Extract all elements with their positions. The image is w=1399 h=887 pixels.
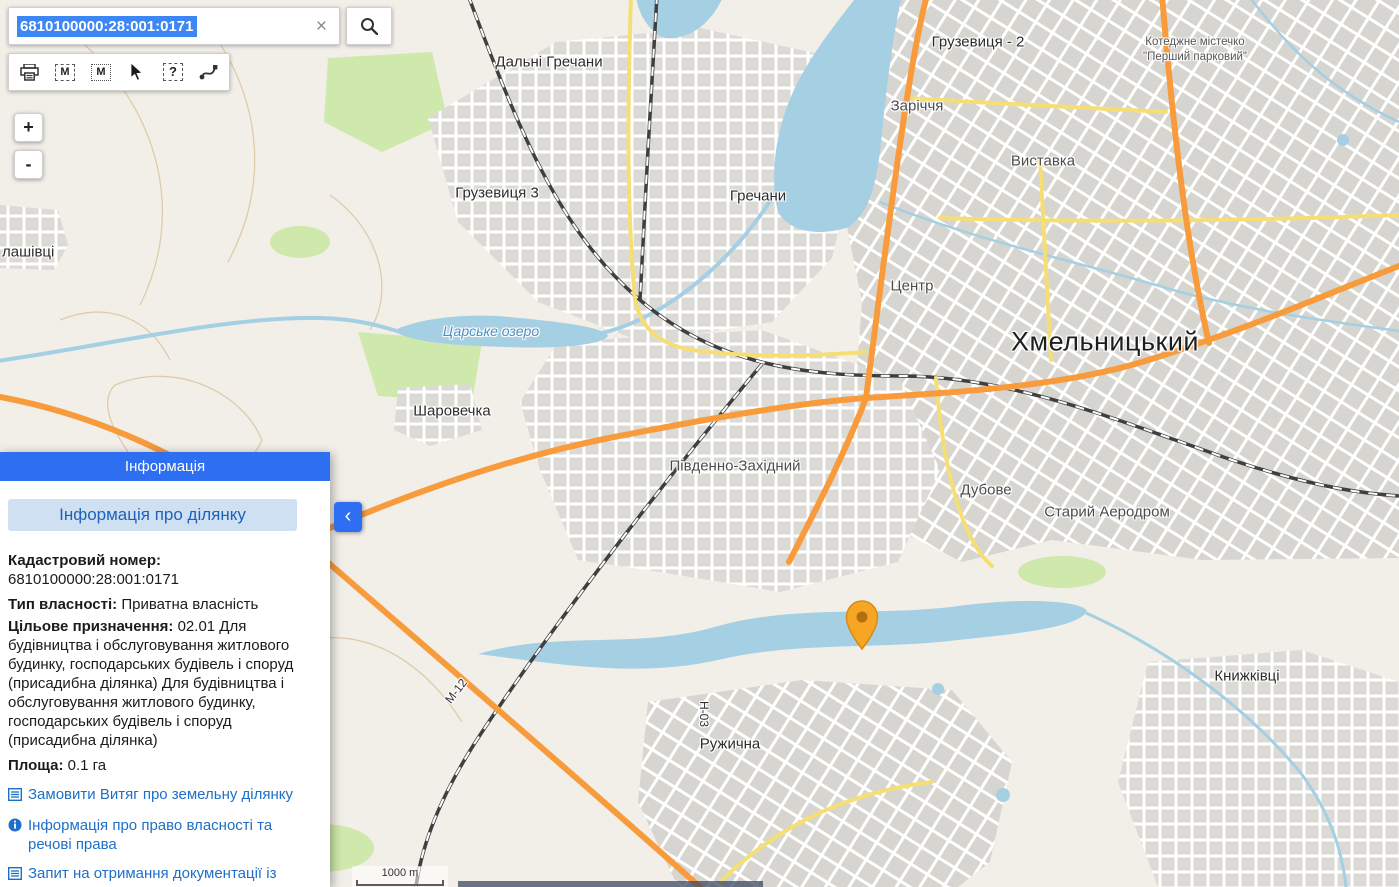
link-documentation-request-text: Запит на отримання документації із земле…	[28, 864, 316, 887]
scale-line	[356, 880, 444, 886]
route-button[interactable]	[192, 56, 226, 88]
search-button[interactable]	[346, 7, 392, 45]
clear-search-icon[interactable]: ×	[312, 15, 331, 38]
zoom-out-button[interactable]: -	[14, 150, 43, 179]
search-input[interactable]: 6810100000:28:001:0171 ×	[8, 7, 340, 45]
link-documentation-request[interactable]: Запит на отримання документації із земле…	[8, 864, 316, 887]
field-area: Площа: 0.1 га	[8, 756, 316, 775]
document-list-icon	[8, 785, 23, 806]
field-ownership-type-value: Приватна власність	[121, 596, 258, 613]
search-icon	[360, 17, 378, 35]
app: Дальні Гречани Грузевиця - 2 Котеджне мі…	[0, 0, 1399, 887]
field-purpose: Цільове призначення: 02.01 Для будівницт…	[8, 617, 316, 750]
field-ownership-type: Тип власності: Приватна власність	[8, 595, 316, 614]
field-area-value: 0.1 га	[68, 757, 107, 774]
measure-distance-button[interactable]: M	[48, 56, 82, 88]
select-cursor-button[interactable]	[120, 56, 154, 88]
route-icon	[199, 63, 219, 81]
search-bar: 6810100000:28:001:0171 ×	[8, 7, 392, 45]
field-cadastral-number: Кадастровий номер: 6810100000:28:001:017…	[8, 551, 316, 589]
link-ownership-info[interactable]: Інформація про право власності та речові…	[8, 816, 316, 854]
map-toolbar: M M ?	[8, 53, 230, 91]
field-cadastral-number-label: Кадастровий номер:	[8, 552, 161, 569]
print-icon	[20, 64, 39, 81]
attribution-bar	[458, 881, 763, 887]
field-purpose-label: Цільове призначення:	[8, 618, 173, 635]
info-panel-body: Інформація про ділянку Кадастровий номер…	[0, 481, 330, 887]
search-value: 6810100000:28:001:0171	[17, 16, 197, 37]
info-panel: Інформація Інформація про ділянку Кадаст…	[0, 452, 330, 887]
parcel-info-title[interactable]: Інформація про ділянку	[8, 499, 297, 531]
info-circle-icon	[8, 816, 23, 854]
help-button[interactable]: ?	[156, 56, 190, 88]
link-order-extract-text: Замовити Витяг про земельну ділянку	[28, 785, 293, 806]
zoom-in-button[interactable]: +	[14, 113, 43, 142]
measure-area-icon: M	[91, 64, 110, 81]
field-cadastral-number-value: 6810100000:28:001:0171	[8, 570, 316, 589]
field-ownership-type-label: Тип власності:	[8, 596, 117, 613]
measure-area-button[interactable]: M	[84, 56, 118, 88]
help-icon: ?	[163, 63, 183, 81]
document-list-icon	[8, 864, 23, 887]
scale-bar: 1000 m	[352, 866, 448, 887]
field-purpose-value: 02.01 Для будівництва і обслуговування ж…	[8, 618, 293, 749]
cursor-icon	[130, 63, 144, 81]
field-area-label: Площа:	[8, 757, 63, 774]
info-panel-header: Інформація	[0, 452, 330, 481]
map-marker[interactable]	[845, 600, 879, 650]
measure-distance-icon: M	[55, 64, 74, 81]
collapse-panel-button[interactable]: ‹	[334, 502, 362, 532]
link-order-extract[interactable]: Замовити Витяг про земельну ділянку	[8, 785, 316, 806]
link-ownership-info-text: Інформація про право власності та речові…	[28, 816, 316, 854]
scale-label: 1000 m	[352, 867, 448, 880]
print-button[interactable]	[12, 56, 46, 88]
